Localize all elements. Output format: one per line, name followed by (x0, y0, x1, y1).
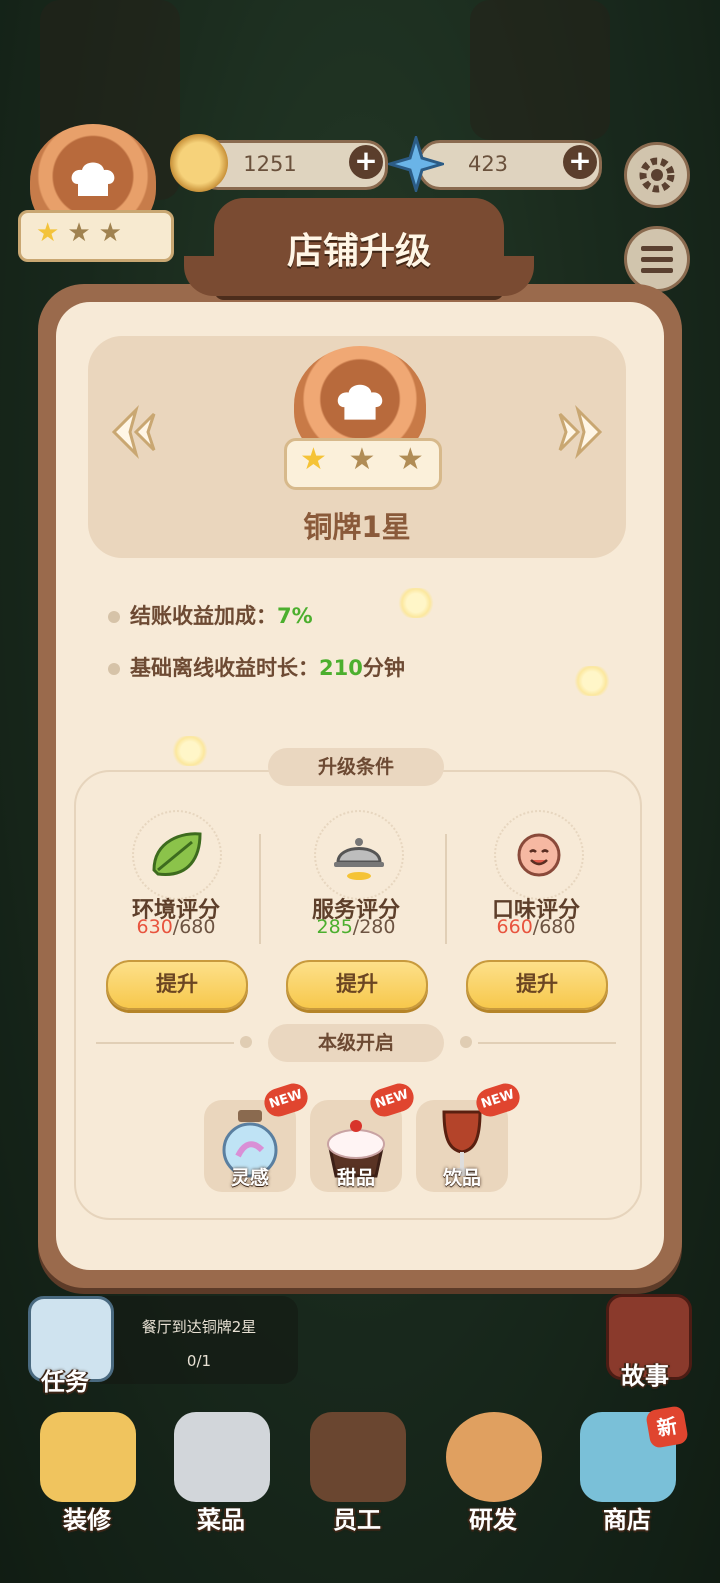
star-gem-icon (388, 136, 444, 192)
decorate-icon[interactable] (40, 1412, 136, 1502)
paw-sparkle-icon (398, 588, 434, 618)
improve-service-button[interactable]: 提升 (286, 960, 428, 1010)
dialog-title-tab: 店铺升级 (184, 198, 534, 296)
story-label: 故事 (621, 1362, 669, 1390)
gear-icon (639, 157, 675, 193)
environment-score-icon-frame (132, 810, 222, 900)
next-rank-arrow-icon[interactable] (556, 404, 606, 460)
unlock-label: 灵感 (230, 1167, 269, 1189)
improve-taste-button[interactable]: 提升 (466, 960, 608, 1010)
gem-counter: 423 + (418, 140, 602, 190)
list-icon (641, 246, 673, 273)
settings-button[interactable] (624, 142, 690, 208)
taste-score-icon-frame (494, 810, 584, 900)
rank-badge: ★ ★ ★ (280, 346, 442, 496)
nav-staff[interactable]: 员工 (304, 1500, 410, 1535)
cloche-icon (334, 838, 384, 880)
chef-hat-icon (337, 384, 383, 420)
paw-sparkle-icon (172, 736, 208, 766)
paw-sparkle-icon (574, 666, 610, 696)
menu-button[interactable] (624, 226, 690, 292)
unlock-label: 甜品 (336, 1167, 375, 1189)
unlock-item-dessert[interactable]: NEW 甜品 (310, 1079, 418, 1192)
restaurant-rank-badge[interactable]: ★★★ (18, 118, 174, 268)
smile-face-icon (517, 833, 561, 877)
staff-icon[interactable] (310, 1412, 406, 1502)
checkout-bonus-stat: 结账收益加成：7% (108, 600, 313, 630)
shop-new-badge: 新 (644, 1404, 690, 1450)
dishes-icon[interactable] (174, 1412, 270, 1502)
task-title: 餐厅到达铜牌2星 (141, 1318, 257, 1336)
leaf-icon (152, 832, 202, 876)
unlock-title: 本级开启 (268, 1024, 444, 1062)
unlock-item-drinks[interactable]: NEW 饮品 (416, 1079, 524, 1192)
nav-decorate[interactable]: 装修 (34, 1500, 140, 1535)
research-pot-icon[interactable] (446, 1412, 542, 1502)
taste-score-value: 660/680 (496, 916, 576, 938)
paw-coin-icon (170, 134, 228, 192)
service-score-value: 285/280 (316, 916, 396, 938)
service-score-icon-frame (314, 810, 404, 900)
rank-name: 铜牌1星 (303, 510, 411, 544)
add-gems-button[interactable]: + (563, 145, 597, 179)
improve-environment-button[interactable]: 提升 (106, 960, 248, 1010)
chef-hat-icon (71, 162, 115, 196)
unlock-label: 饮品 (442, 1167, 481, 1189)
task-progress: 0/1 (186, 1352, 212, 1370)
environment-score-value: 630/680 (136, 916, 216, 938)
conditions-title: 升级条件 (268, 748, 444, 786)
dialog-title: 店铺升级 (286, 231, 431, 272)
task-label: 任务 (41, 1368, 89, 1396)
task-tracker[interactable]: 餐厅到达铜牌2星 0/1 (100, 1296, 298, 1384)
unlock-item-inspiration[interactable]: NEW 灵感 (204, 1079, 312, 1192)
badge-stars: ★★★ (36, 218, 130, 248)
previous-rank-arrow-icon[interactable] (108, 404, 158, 460)
nav-shop[interactable]: 商店 (574, 1500, 680, 1535)
rank-stars: ★ ★ ★ (300, 442, 430, 477)
nav-research[interactable]: 研发 (440, 1500, 546, 1535)
add-coins-button[interactable]: + (349, 145, 383, 179)
offline-duration-stat: 基础离线收益时长：210分钟 (108, 652, 405, 682)
nav-dishes[interactable]: 菜品 (168, 1500, 274, 1535)
